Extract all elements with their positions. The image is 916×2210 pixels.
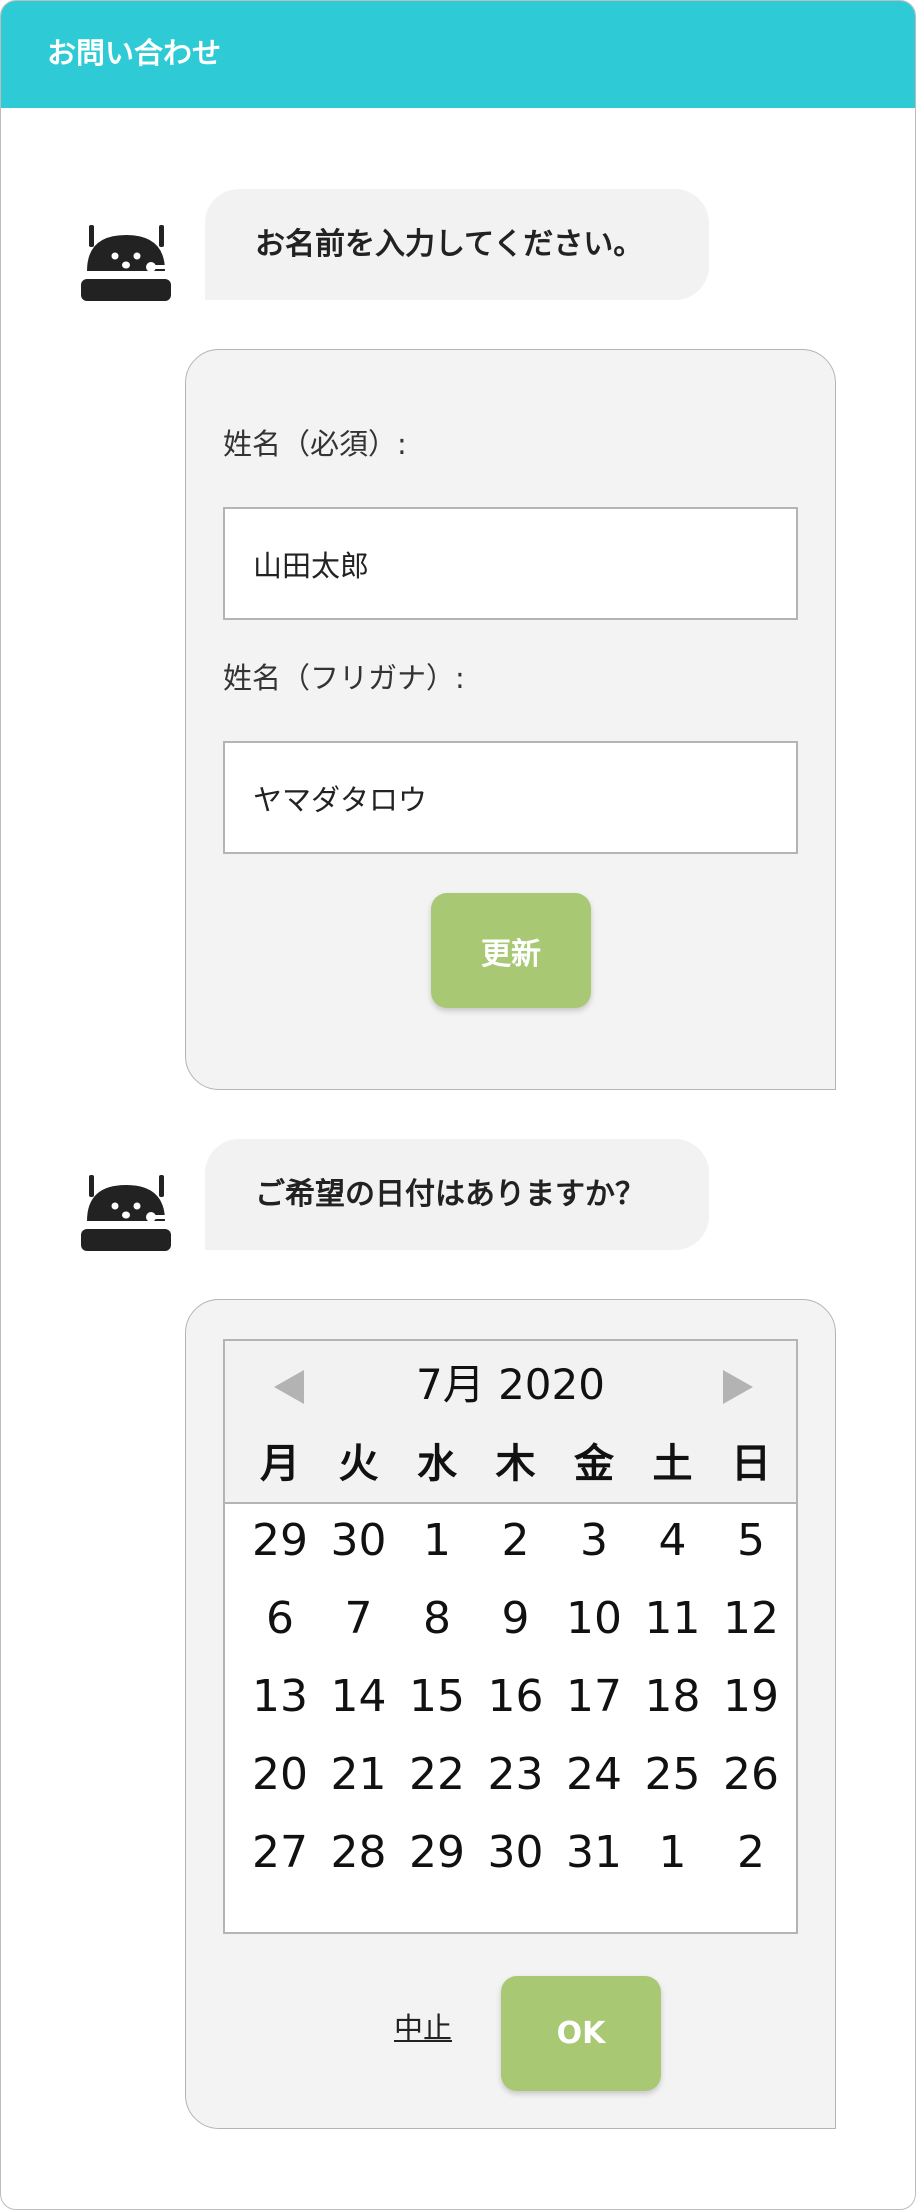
- name-field-label: 姓名（必須）:: [223, 427, 407, 461]
- calendar: 7月 2020 月 火 水 木 金 土 日 29 30 1 2 3 4 5 6 7 8 9 10 11 1…: [223, 1339, 798, 1934]
- calendar-day[interactable]: 13: [241, 1667, 319, 1727]
- weekday-label: 月: [260, 1441, 300, 1487]
- calendar-day[interactable]: 4: [634, 1511, 712, 1571]
- calendar-day[interactable]: 19: [712, 1667, 790, 1727]
- calendar-day[interactable]: 11: [634, 1589, 712, 1649]
- calendar-day[interactable]: 10: [555, 1589, 633, 1649]
- calendar-day[interactable]: 18: [634, 1667, 712, 1727]
- weekday-label: 金: [574, 1441, 614, 1487]
- name-form-panel: 姓名（必須）: 姓名（フリガナ）: 更新: [185, 349, 836, 1090]
- bot-message-bubble: ご希望の日付はありますか？: [205, 1139, 709, 1250]
- calendar-day[interactable]: 20: [241, 1745, 319, 1805]
- weekday-label: 木: [495, 1441, 536, 1487]
- calendar-day[interactable]: 16: [477, 1667, 555, 1727]
- calendar-day[interactable]: 23: [477, 1745, 555, 1805]
- calendar-day[interactable]: 9: [477, 1589, 555, 1649]
- cancel-link[interactable]: 中止: [394, 2008, 452, 2048]
- kana-input[interactable]: [223, 741, 798, 854]
- calendar-day[interactable]: 27: [241, 1823, 319, 1883]
- calendar-day[interactable]: 28: [320, 1823, 398, 1883]
- calendar-day[interactable]: 29: [398, 1823, 476, 1883]
- weekday-label: 日: [731, 1441, 771, 1487]
- calendar-day[interactable]: 7: [320, 1589, 398, 1649]
- calendar-day[interactable]: 30: [477, 1823, 555, 1883]
- page-title: お問い合わせ: [47, 36, 222, 70]
- date-picker-panel: 7月 2020 月 火 水 木 金 土 日 29 30 1 2 3 4 5 6 7 8 9 10 11 1…: [185, 1299, 836, 2129]
- calendar-day[interactable]: 17: [555, 1667, 633, 1727]
- calendar-day[interactable]: 30: [320, 1511, 398, 1571]
- weekday-label: 水: [417, 1441, 457, 1487]
- update-button[interactable]: 更新: [431, 893, 591, 1008]
- calendar-day[interactable]: 15: [398, 1667, 476, 1727]
- calendar-day[interactable]: 3: [555, 1511, 633, 1571]
- calendar-day[interactable]: 12: [712, 1589, 790, 1649]
- triangle-right-icon: [723, 1370, 753, 1404]
- calendar-day[interactable]: 25: [634, 1745, 712, 1805]
- name-input[interactable]: [223, 507, 798, 620]
- ok-button[interactable]: OK: [501, 1976, 661, 2091]
- weekday-label: 土: [652, 1441, 693, 1487]
- calendar-day[interactable]: 1: [398, 1511, 476, 1571]
- calendar-day[interactable]: 21: [320, 1745, 398, 1805]
- calendar-month-label: 7月 2020: [416, 1360, 605, 1409]
- calendar-day[interactable]: 14: [320, 1667, 398, 1727]
- calendar-day[interactable]: 6: [241, 1589, 319, 1649]
- calendar-day[interactable]: 26: [712, 1745, 790, 1805]
- bot-message-text: ご希望の日付はありますか？: [255, 1177, 645, 1212]
- next-month-button[interactable]: [718, 1367, 758, 1407]
- calendar-day[interactable]: 5: [712, 1511, 790, 1571]
- calendar-day[interactable]: 8: [398, 1589, 476, 1649]
- calendar-day[interactable]: 31: [555, 1823, 633, 1883]
- robot-icon: [81, 225, 171, 301]
- calendar-day[interactable]: 24: [555, 1745, 633, 1805]
- bot-message-bubble: お名前を入力してください。: [205, 189, 709, 300]
- weekday-label: 火: [338, 1441, 379, 1487]
- header-bar: お問い合わせ: [1, 1, 915, 108]
- weekday-header-row: 月 火 水 木 金 土 日: [241, 1439, 793, 1489]
- calendar-header: 7月 2020 月 火 水 木 金 土 日: [225, 1341, 796, 1504]
- calendar-day[interactable]: 2: [477, 1511, 555, 1571]
- kana-field-label: 姓名（フリガナ）:: [223, 661, 465, 695]
- calendar-day[interactable]: 22: [398, 1745, 476, 1805]
- calendar-day[interactable]: 29: [241, 1511, 319, 1571]
- chat-window: お問い合わせ お名前を入力してください。 姓名（必須）: 姓名（フリガナ）: 更…: [0, 0, 916, 2210]
- calendar-day[interactable]: 2: [712, 1823, 790, 1883]
- calendar-day[interactable]: 1: [634, 1823, 712, 1883]
- robot-icon: [81, 1175, 171, 1251]
- bot-message-text: お名前を入力してください。: [255, 227, 644, 262]
